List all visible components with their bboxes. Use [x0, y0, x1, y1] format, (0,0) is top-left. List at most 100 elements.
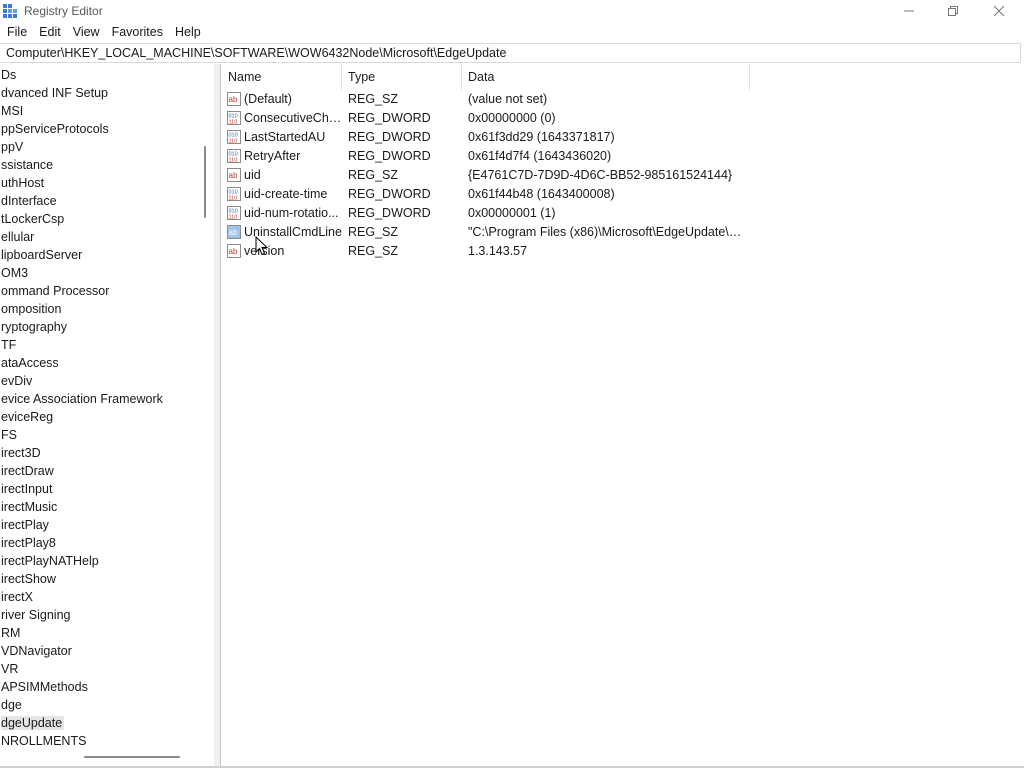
- value-list: ab (Default) REG_SZ (value not set) 010 110 Co…: [222, 90, 1022, 261]
- tree-item[interactable]: irectPlay: [0, 516, 163, 534]
- tree-item[interactable]: ataAccess: [0, 354, 163, 372]
- tree-item[interactable]: irectShow: [0, 570, 163, 588]
- tree-item[interactable]: VR: [0, 660, 163, 678]
- tree-item-label: VDNavigator: [1, 644, 72, 658]
- value-row[interactable]: ab version REG_SZ 1.3.143.57: [222, 242, 1022, 261]
- column-header-name[interactable]: Name: [222, 64, 342, 90]
- close-button[interactable]: [976, 0, 1022, 22]
- menu-help[interactable]: Help: [169, 22, 207, 42]
- tree-item[interactable]: irectMusic: [0, 498, 163, 516]
- value-data: 0x00000000 (0): [468, 111, 556, 125]
- svg-text:ab: ab: [229, 247, 238, 256]
- tree-item[interactable]: Ds: [0, 66, 163, 84]
- value-row[interactable]: ab uid REG_SZ {E4761C7D-7D9D-4D6C-BB52-9851…: [222, 166, 1022, 185]
- value-type: REG_SZ: [348, 168, 399, 182]
- tree-item-label: ellular: [1, 230, 35, 244]
- value-name: ConsecutiveChe...: [244, 111, 342, 125]
- restore-icon: [948, 6, 958, 16]
- value-name: RetryAfter: [244, 149, 301, 163]
- tree-item-label: dInterface: [1, 194, 57, 208]
- tree-item[interactable]: irectInput: [0, 480, 163, 498]
- tree-item[interactable]: evice Association Framework: [0, 390, 163, 408]
- tree-item-label: irectDraw: [1, 464, 54, 478]
- value-data: 0x00000001 (1): [468, 206, 556, 220]
- tree-vertical-scrollbar-thumb[interactable]: [204, 146, 206, 218]
- title-bar[interactable]: Registry Editor: [0, 0, 1024, 22]
- tree-item-label: omposition: [1, 302, 62, 316]
- key-tree-pane[interactable]: Ds dvanced INF Setup MSI ppServiceProtocols…: [0, 64, 214, 766]
- value-name: uid: [244, 168, 261, 182]
- tree-item[interactable]: ppV: [0, 138, 163, 156]
- tree-item[interactable]: irectPlayNATHelp: [0, 552, 163, 570]
- tree-item[interactable]: ellular: [0, 228, 163, 246]
- value-row[interactable]: 010 110 LastStartedAU REG_DWORD 0x61f3dd29 (…: [222, 128, 1022, 147]
- tree-item[interactable]: lipboardServer: [0, 246, 163, 264]
- tree-item[interactable]: MSI: [0, 102, 163, 120]
- value-row[interactable]: ab UninstallCmdLine REG_SZ "C:\Program File…: [222, 223, 1022, 242]
- tree-item[interactable]: ssistance: [0, 156, 163, 174]
- binary-value-icon: 010110: [227, 187, 241, 201]
- tree-item[interactable]: dge: [0, 696, 163, 714]
- tree-item-label: Ds: [1, 68, 17, 82]
- tree-item[interactable]: dInterface: [0, 192, 163, 210]
- tree-item[interactable]: evDiv: [0, 372, 163, 390]
- tree-item-label: RM: [1, 626, 21, 640]
- value-type: REG_DWORD: [348, 187, 431, 201]
- menu-bar: File Edit View Favorites Help: [0, 22, 1024, 42]
- tree-item[interactable]: tLockerCsp: [0, 210, 163, 228]
- tree-item-label: irectPlay8: [1, 536, 56, 550]
- restore-button[interactable]: [930, 0, 976, 22]
- tree-item[interactable]: ryptography: [0, 318, 163, 336]
- value-row[interactable]: 010 110 ConsecutiveChe... REG_DWORD 0x000000…: [222, 109, 1022, 128]
- tree-item[interactable]: VDNavigator: [0, 642, 163, 660]
- tree-item[interactable]: RM: [0, 624, 163, 642]
- tree-item[interactable]: OM3: [0, 264, 163, 282]
- value-row[interactable]: 010 110 RetryAfter REG_DWORD 0x61f4d7f4 (164…: [222, 147, 1022, 166]
- minimize-button[interactable]: [886, 0, 932, 22]
- tree-item[interactable]: eviceReg: [0, 408, 163, 426]
- tree-item[interactable]: dgeUpdate: [0, 714, 163, 732]
- svg-text:ab: ab: [229, 171, 238, 180]
- tree-item-label: ssistance: [1, 158, 54, 172]
- tree-item[interactable]: NROLLMENTS: [0, 732, 163, 750]
- value-row[interactable]: 010 110 uid-create-time REG_DWORD 0x61f44b48…: [222, 185, 1022, 204]
- tree-item-label: tLockerCsp: [1, 212, 65, 226]
- value-row[interactable]: ab (Default) REG_SZ (value not set): [222, 90, 1022, 109]
- tree-item[interactable]: uthHost: [0, 174, 163, 192]
- tree-item[interactable]: FS: [0, 426, 163, 444]
- tree-item[interactable]: irectPlay8: [0, 534, 163, 552]
- value-type: REG_DWORD: [348, 149, 431, 163]
- tree-item-label: OM3: [1, 266, 29, 280]
- tree-item[interactable]: ppServiceProtocols: [0, 120, 163, 138]
- value-type: REG_DWORD: [348, 111, 431, 125]
- binary-value-icon: 010110: [227, 149, 241, 163]
- pane-splitter[interactable]: [214, 64, 221, 766]
- menu-file[interactable]: File: [0, 22, 33, 42]
- value-name: uid-create-time: [244, 187, 328, 201]
- tree-item-label: river Signing: [1, 608, 71, 622]
- svg-text:ab: ab: [229, 95, 238, 104]
- value-row[interactable]: 010 110 uid-num-rotatio... REG_DWORD 0x00000…: [222, 204, 1022, 223]
- menu-edit[interactable]: Edit: [33, 22, 67, 42]
- tree-item[interactable]: dvanced INF Setup: [0, 84, 163, 102]
- tree-item-label: FS: [1, 428, 17, 442]
- tree-horizontal-scrollbar-thumb[interactable]: [84, 756, 180, 758]
- tree-item[interactable]: ommand Processor: [0, 282, 163, 300]
- tree-item[interactable]: APSIMMethods: [0, 678, 163, 696]
- tree-item-label: irectX: [1, 590, 33, 604]
- tree-item[interactable]: irect3D: [0, 444, 163, 462]
- column-header-data[interactable]: Data: [462, 64, 750, 90]
- tree-item[interactable]: omposition: [0, 300, 163, 318]
- tree-item[interactable]: river Signing: [0, 606, 163, 624]
- tree-item-label: ppServiceProtocols: [1, 122, 109, 136]
- values-pane[interactable]: Name Type Data ab (Default) REG_SZ (value n…: [222, 64, 1022, 766]
- menu-view[interactable]: View: [67, 22, 106, 42]
- address-bar[interactable]: Computer\HKEY_LOCAL_MACHINE\SOFTWARE\WOW…: [0, 43, 1021, 63]
- menu-favorites[interactable]: Favorites: [106, 22, 169, 42]
- tree-item[interactable]: irectDraw: [0, 462, 163, 480]
- column-header-type[interactable]: Type: [342, 64, 462, 90]
- string-value-icon: ab: [227, 244, 241, 258]
- tree-item[interactable]: irectX: [0, 588, 163, 606]
- tree-item[interactable]: TF: [0, 336, 163, 354]
- tree-item-label: dvanced INF Setup: [1, 86, 109, 100]
